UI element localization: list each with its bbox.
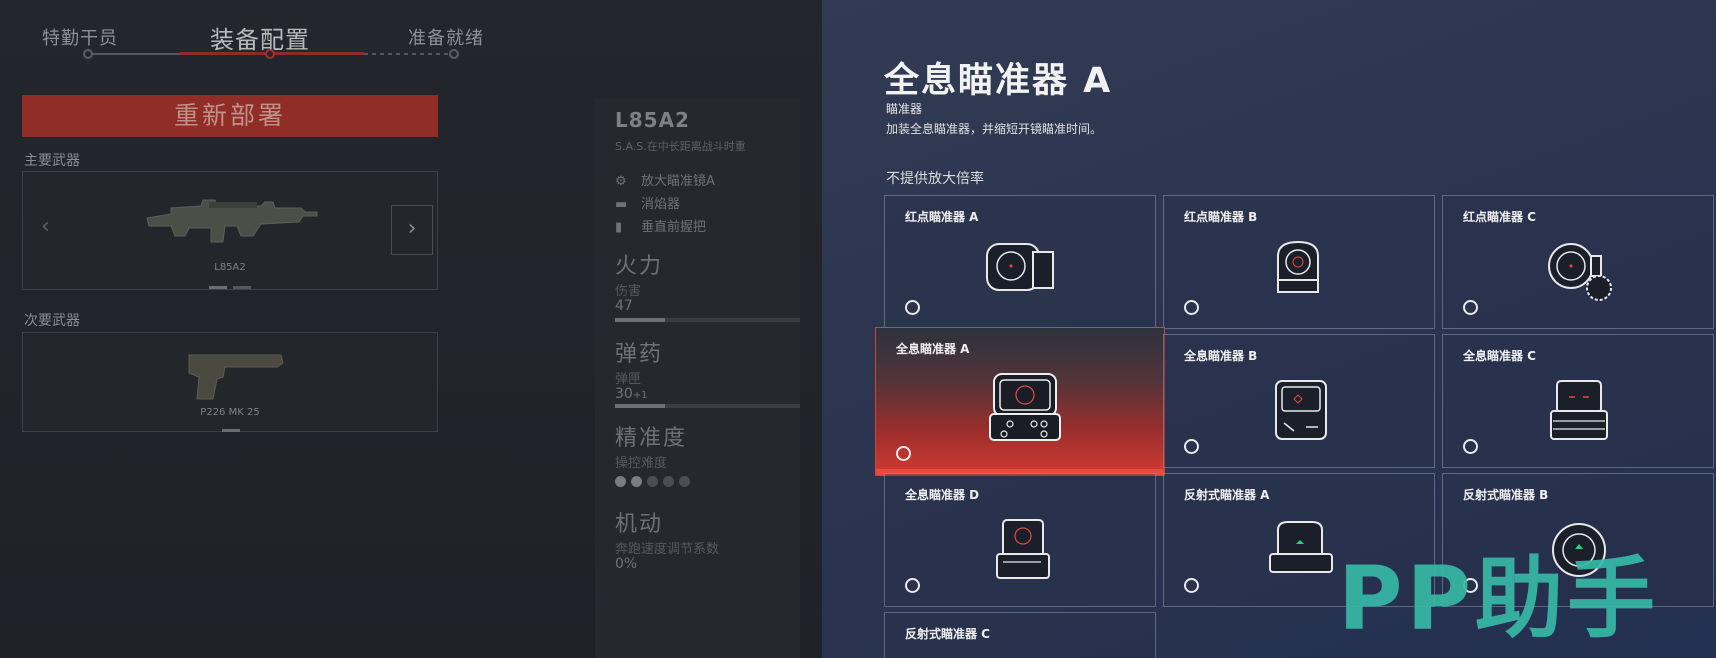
red-dot-sight-a-icon: [986, 243, 1054, 291]
sight-card[interactable]: 全息瞄准器 D: [884, 473, 1156, 607]
sight-card-name: 反射式瞄准器 B: [1463, 488, 1549, 502]
red-dot-sight-c-icon: [1548, 243, 1612, 301]
attachment-barrel[interactable]: ▬ 消焰器: [615, 193, 680, 212]
step-dot-loadout: [265, 49, 275, 59]
firepower-sub: 伤害: [615, 284, 642, 299]
handling-dot: [679, 476, 690, 487]
attachment-grip[interactable]: ▮ 垂直前握把: [615, 216, 706, 235]
magazine-value: 30+1: [615, 386, 648, 402]
sight-card-selected[interactable]: 全息瞄准器 A: [876, 328, 1164, 475]
secondary-weapon-label: 次要武器: [24, 313, 80, 329]
watermark-logo: PP助手: [1338, 547, 1659, 650]
attachment-type: 瞄准器: [886, 102, 923, 116]
mobility-title: 机动: [615, 512, 664, 537]
sight-radio[interactable]: [896, 446, 911, 461]
step-connector: [92, 53, 180, 55]
holo-sight-d-icon: [996, 519, 1050, 579]
secondary-weapon-name: P226 MK 25: [200, 407, 260, 418]
loadout-panel: 特勤干员 装备配置 准备就绪 重新部署 主要武器 ‹ L85A2 › 次要武器: [0, 0, 822, 658]
scope-icon: ⚙: [615, 174, 627, 189]
damage-value: 47: [615, 298, 633, 314]
sight-radio[interactable]: [905, 578, 920, 593]
magazine-extra: +1: [632, 390, 648, 401]
sight-card-name: 红点瞄准器 B: [1184, 210, 1258, 224]
primary-weapon-label: 主要武器: [24, 153, 80, 169]
sight-radio[interactable]: [1184, 439, 1199, 454]
step-operator[interactable]: 特勤干员: [42, 24, 118, 50]
damage-bar: [615, 318, 800, 322]
suppressor-icon: ▬: [615, 197, 628, 212]
progress-steps: 特勤干员 装备配置 准备就绪: [0, 0, 822, 70]
sight-card-name: 反射式瞄准器 C: [905, 627, 990, 641]
sight-card-name: 全息瞄准器 A: [896, 342, 970, 356]
step-connector-pending: [364, 53, 454, 55]
step-ready[interactable]: 准备就绪: [408, 24, 484, 50]
sight-card[interactable]: 全息瞄准器 B: [1163, 334, 1435, 468]
sight-radio[interactable]: [1184, 300, 1199, 315]
firepower-title: 火力: [615, 254, 664, 279]
holo-sight-c-icon: [1550, 380, 1608, 440]
sight-radio[interactable]: [1184, 578, 1199, 593]
pistol-icon: [188, 354, 284, 400]
sight-card-name: 红点瞄准器 A: [905, 210, 979, 224]
grip-icon: ▮: [615, 220, 623, 235]
ammo-title: 弹药: [615, 342, 664, 367]
magazine-count: 30: [615, 386, 633, 402]
step-loadout[interactable]: 装备配置: [210, 20, 310, 55]
handling-dot: [631, 476, 642, 487]
sight-card[interactable]: 全息瞄准器 C: [1442, 334, 1714, 468]
attachment-scope[interactable]: ⚙ 放大瞄准镜A: [615, 170, 715, 189]
sight-card-name: 反射式瞄准器 A: [1184, 488, 1270, 502]
sight-card-name: 全息瞄准器 D: [905, 488, 980, 502]
handling-dot: [663, 476, 674, 487]
sight-radio[interactable]: [905, 300, 920, 315]
mobility-value: 0%: [615, 556, 638, 572]
holo-sight-b-icon: [1275, 380, 1327, 440]
sight-card[interactable]: 红点瞄准器 C: [1442, 195, 1714, 329]
rifle-icon: [146, 199, 318, 243]
pager-dot: [233, 286, 251, 289]
sight-card[interactable]: 反射式瞄准器 C: [884, 612, 1156, 658]
weapon-description: S.A.S.在中长距离战斗时重: [615, 140, 746, 153]
redeploy-button[interactable]: 重新部署: [22, 95, 438, 137]
accuracy-sub: 操控难度: [615, 456, 668, 471]
accuracy-title: 精准度: [615, 426, 688, 451]
handling-dot: [615, 476, 626, 487]
sight-card-name: 全息瞄准器 C: [1463, 349, 1536, 363]
damage-bar-fill: [615, 318, 665, 322]
prev-weapon-arrow[interactable]: ‹: [41, 214, 50, 239]
sight-card-name: 红点瞄准器 C: [1463, 210, 1536, 224]
pager-dot-active: [209, 286, 227, 289]
ammo-sub: 弹匣: [615, 372, 642, 387]
weapon-stats-panel: L85A2 S.A.S.在中长距离战斗时重 ⚙ 放大瞄准镜A ▬ 消焰器 ▮ 垂直前握…: [595, 98, 800, 658]
attachment-label: 放大瞄准镜A: [641, 174, 715, 189]
mobility-sub: 奔跑速度调节系数: [615, 542, 720, 557]
pager-dot-active: [222, 429, 240, 432]
step-dot-ready: [449, 49, 459, 59]
red-dot-sight-b-icon: [1277, 240, 1319, 293]
next-weapon-button[interactable]: ›: [391, 205, 433, 255]
section-heading: 不提供放大倍率: [886, 171, 984, 187]
reflex-sight-a-icon: [1269, 521, 1333, 573]
attachment-label: 消焰器: [641, 197, 681, 212]
holo-sight-a-icon: [989, 373, 1061, 441]
sight-card[interactable]: 红点瞄准器 B: [1163, 195, 1435, 329]
primary-weapon-slot[interactable]: ‹ L85A2 ›: [22, 171, 438, 290]
attachment-title: 全息瞄准器 A: [884, 61, 1113, 101]
sight-card-name: 全息瞄准器 B: [1184, 349, 1258, 363]
handling-dot: [647, 476, 658, 487]
attachment-description: 加装全息瞄准器，并缩短开镜瞄准时间。: [886, 122, 1103, 136]
weapon-title: L85A2: [615, 108, 690, 132]
primary-weapon-name: L85A2: [214, 262, 246, 273]
sight-card[interactable]: 红点瞄准器 A: [884, 195, 1156, 329]
attachment-label: 垂直前握把: [641, 220, 707, 235]
game-screen: 特勤干员 装备配置 准备就绪 重新部署 主要武器 ‹ L85A2 › 次要武器: [0, 0, 1716, 658]
magazine-bar: [615, 404, 800, 408]
sight-radio[interactable]: [1463, 300, 1478, 315]
sight-radio[interactable]: [1463, 439, 1478, 454]
handling-dots: [615, 472, 695, 491]
magazine-bar-fill: [615, 404, 665, 408]
step-dot-operator: [83, 49, 93, 59]
secondary-weapon-slot[interactable]: P226 MK 25: [22, 332, 438, 432]
